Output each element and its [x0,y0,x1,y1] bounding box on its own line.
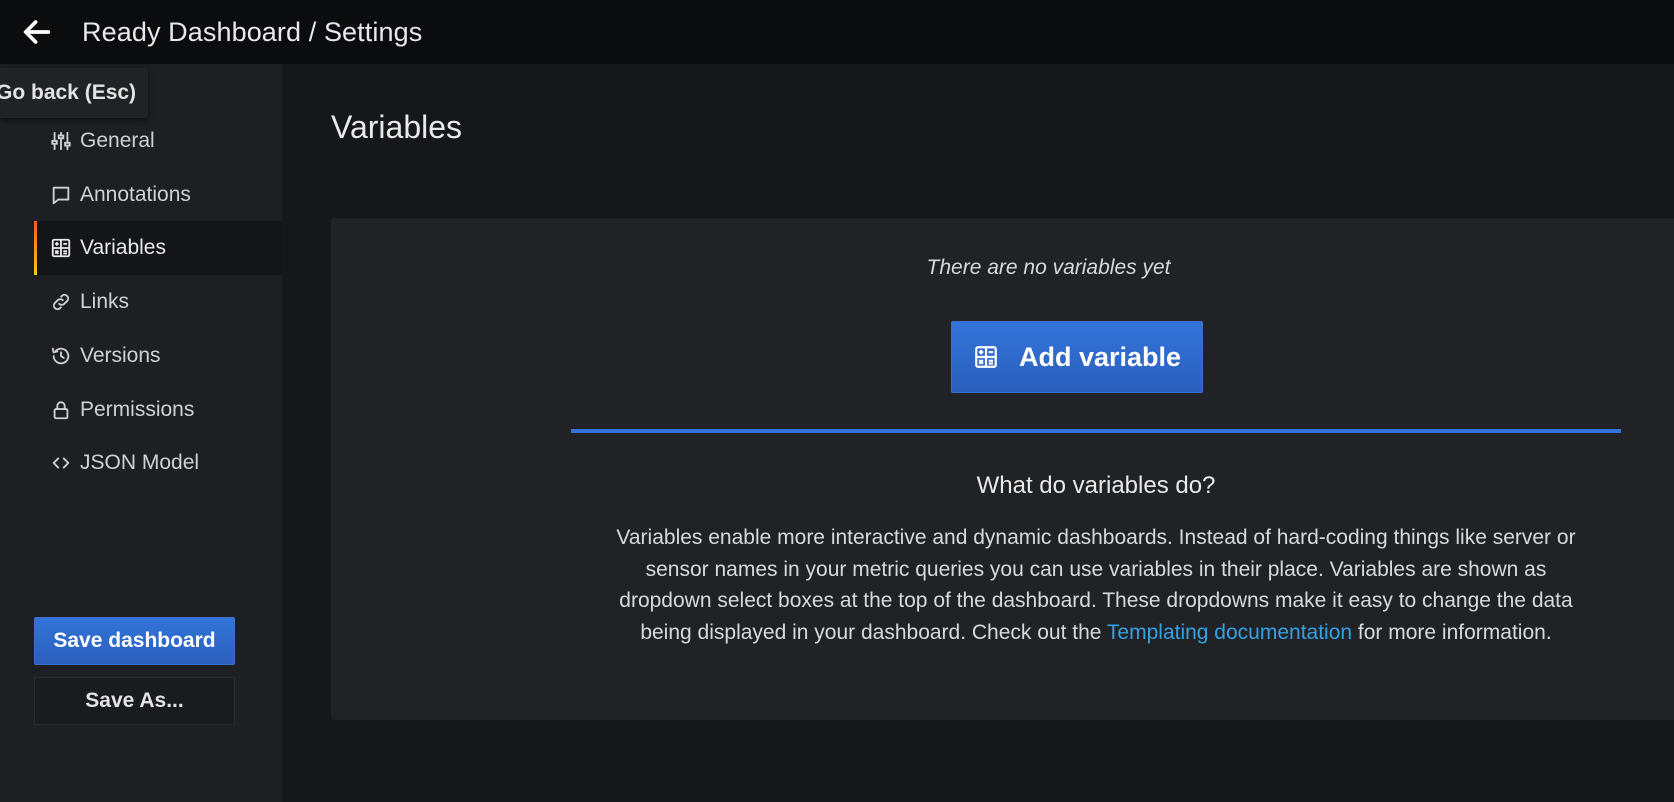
sidebar-item-variables[interactable]: Variables [34,221,282,275]
tooltip-text: Go back (Esc) [0,81,137,104]
sliders-icon [50,130,72,152]
sidebar-item-versions[interactable]: Versions [34,329,282,383]
top-bar: Ready Dashboard / Settings [0,0,1674,64]
sidebar-item-label: Annotations [80,183,191,206]
calculator-icon [50,237,72,259]
sidebar-item-links[interactable]: Links [34,275,282,329]
main-content: Variables There are no variables yet Add… [282,64,1674,802]
lock-icon [50,399,72,421]
sidebar-item-json-model[interactable]: JSON Model [34,436,282,490]
arrow-left-icon [23,20,51,44]
back-button[interactable] [0,0,74,64]
history-icon [50,345,72,367]
empty-state-text: There are no variables yet [926,256,1171,279]
divider [571,429,1621,433]
comment-icon [50,184,72,206]
help-text: Variables enable more interactive and dy… [599,522,1593,648]
sidebar-item-label: General [80,129,155,152]
sidebar-item-label: Versions [80,344,161,367]
sidebar-item-label: Links [80,290,130,313]
sidebar-item-general[interactable]: General [34,114,282,168]
page-breadcrumb: Ready Dashboard / Settings [82,16,423,47]
help-heading: What do variables do? [976,472,1216,499]
save-dashboard-button[interactable]: Save dashboard [34,617,235,665]
add-variable-button[interactable]: Add variable [951,321,1203,393]
back-tooltip: Go back (Esc) [0,68,149,118]
help-text-after: for more information. [1352,620,1552,644]
page-title: Variables [331,109,463,145]
add-variable-label: Add variable [1018,341,1182,372]
code-icon [50,452,72,474]
settings-sidebar: General Annotations Variables Links Vers… [0,64,282,802]
save-as-button[interactable]: Save As... [34,677,235,725]
variables-empty-card: There are no variables yet Add variable … [331,218,1674,720]
calculator-icon [975,346,997,368]
sidebar-item-annotations[interactable]: Annotations [34,168,282,222]
sidebar-item-label: Variables [80,236,166,259]
sidebar-item-permissions[interactable]: Permissions [34,383,282,437]
sidebar-item-label: Permissions [80,398,195,421]
link-icon [50,291,72,313]
sidebar-item-label: JSON Model [80,451,200,474]
templating-docs-link[interactable]: Templating documentation [1107,621,1352,644]
